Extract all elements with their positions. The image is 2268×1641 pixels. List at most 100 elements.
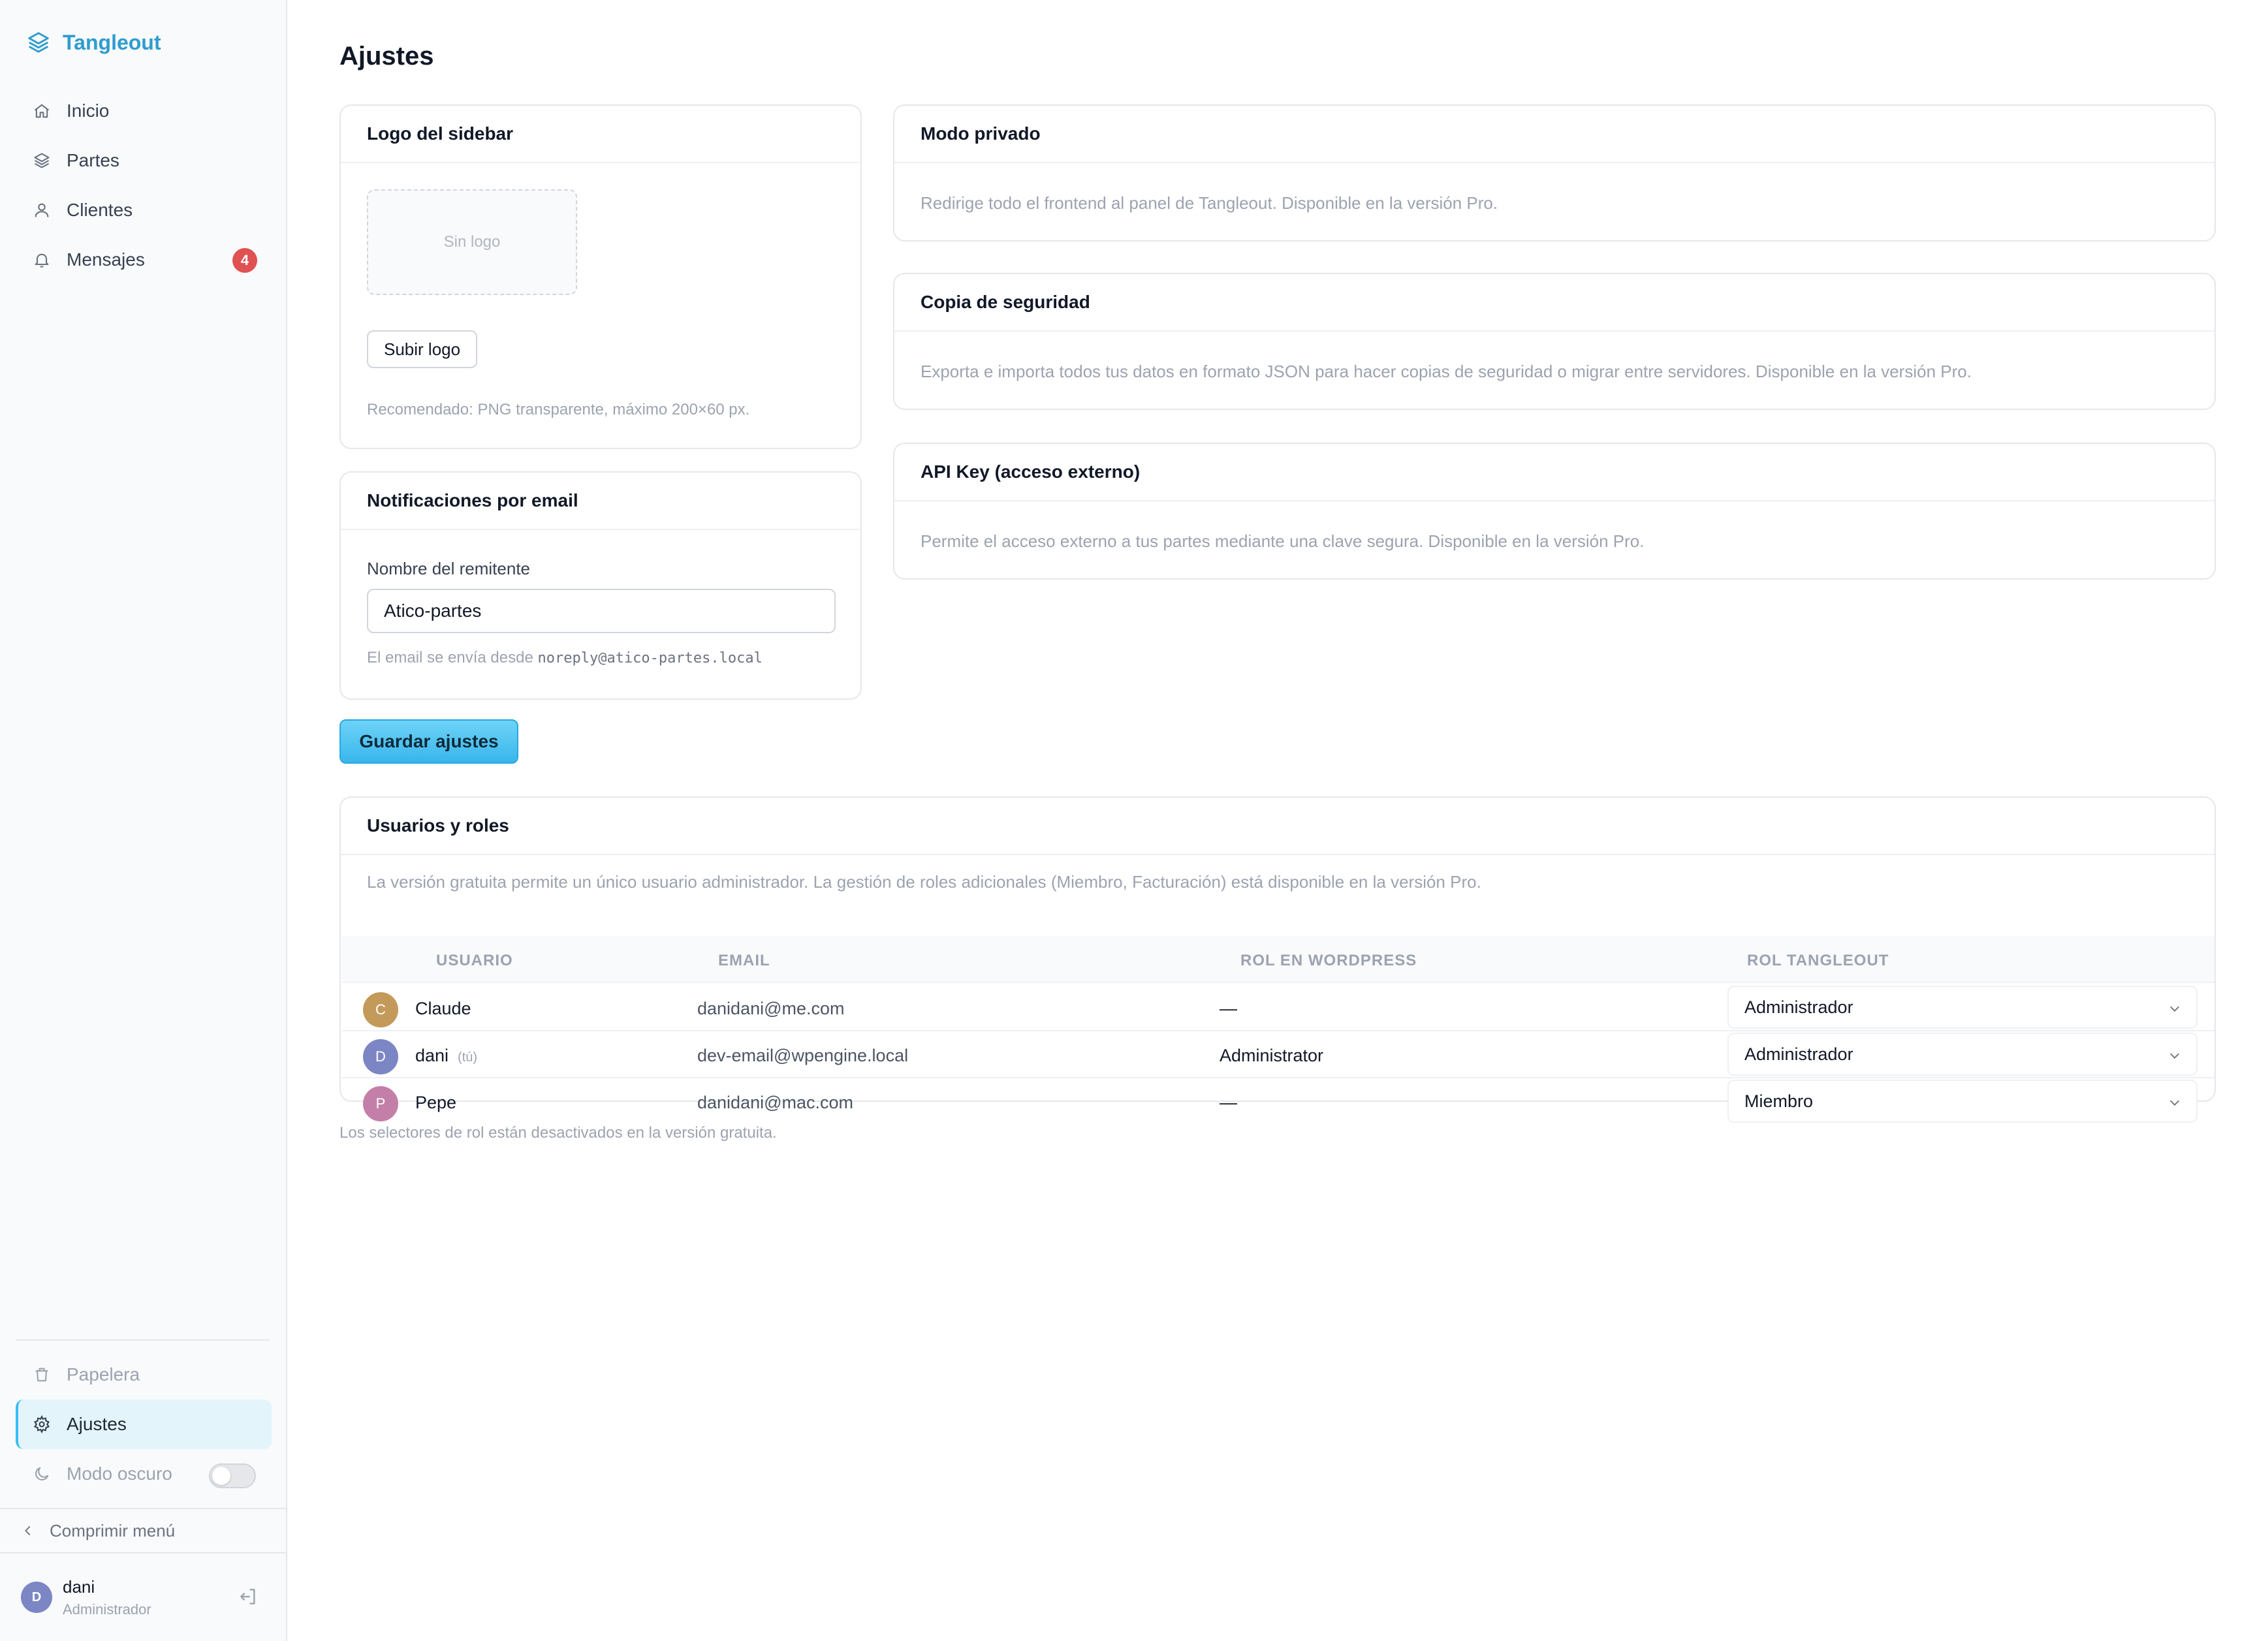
wp-role-cell: — xyxy=(1220,1093,1237,1112)
upload-logo-button[interactable]: Subir logo xyxy=(367,330,478,368)
chevron-down-icon xyxy=(2169,1006,2180,1012)
app-root: Tangleout Inicio Partes Clientes Mensaje… xyxy=(0,0,2268,1641)
private-mode-title: Modo privado xyxy=(894,106,2214,163)
logout-icon[interactable] xyxy=(238,1586,259,1607)
save-settings-button[interactable]: Guardar ajustes xyxy=(339,719,518,764)
sidebar-item-label: Inicio xyxy=(67,101,110,121)
avatar: P xyxy=(363,1086,398,1121)
layers-icon xyxy=(34,153,50,168)
logo-card: Logo del sidebar Sin logo Subir logo Rec… xyxy=(339,104,862,449)
sidebar-item-mensajes[interactable]: Mensajes 4 xyxy=(16,235,272,285)
sidebar-item-papelera[interactable]: Papelera xyxy=(16,1350,272,1399)
brand-name: Tangleout xyxy=(63,30,161,54)
role-select[interactable]: Miembro xyxy=(1727,1080,2197,1123)
chevron-left-icon xyxy=(25,1525,31,1536)
sidebar-item-ajustes[interactable]: Ajustes xyxy=(16,1399,272,1449)
sidebar: Tangleout Inicio Partes Clientes Mensaje… xyxy=(0,0,287,1641)
api-key-card: API Key (acceso externo) Permite el acce… xyxy=(893,443,2216,580)
chevron-down-icon xyxy=(2169,1100,2180,1106)
sidebar-item-partes[interactable]: Partes xyxy=(16,136,272,185)
sidebar-item-clientes[interactable]: Clientes xyxy=(16,185,272,235)
sidebar-item-modo-oscuro: Modo oscuro xyxy=(16,1449,272,1499)
private-mode-desc: Redirige todo el frontend al panel de Ta… xyxy=(921,193,1498,213)
brand-logo[interactable]: Tangleout xyxy=(26,27,161,57)
roles-footnote: Los selectores de rol están desactivados… xyxy=(339,1124,777,1142)
sender-name-label: Nombre del remitente xyxy=(367,559,530,578)
column-header-user: USUARIO xyxy=(436,952,513,969)
table-row: C Claude danidani@me.com — Administrador xyxy=(342,984,2214,1031)
dark-mode-toggle[interactable] xyxy=(209,1463,256,1488)
email-card-title: Notificaciones por email xyxy=(341,473,860,530)
user-name-cell: Claude xyxy=(415,999,471,1019)
sidebar-bottom-nav: Papelera Ajustes Modo oscuro xyxy=(16,1350,272,1499)
avatar: D xyxy=(21,1582,52,1613)
bell-icon xyxy=(35,253,49,268)
backup-title: Copia de seguridad xyxy=(894,274,2214,332)
role-select[interactable]: Administrador xyxy=(1727,986,2197,1029)
wp-role-cell: Administrator xyxy=(1220,1046,1324,1065)
sidebar-item-label: Mensajes xyxy=(67,249,145,270)
role-select-value: Administrador xyxy=(1744,997,1853,1017)
role-select-value: Miembro xyxy=(1744,1091,1814,1111)
email-cell: danidani@mac.com xyxy=(697,1093,854,1112)
user-info: dani Administrador xyxy=(63,1577,151,1618)
table-row: D dani (tú) dev-email@wpengine.local Admi… xyxy=(342,1031,2214,1078)
user-name: Pepe xyxy=(415,1093,457,1112)
logo-placeholder: Sin logo xyxy=(367,189,577,295)
api-key-desc: Permite el acceso externo a tus partes m… xyxy=(921,531,1645,551)
column-header-tangleout-role: ROL TANGLEOUT xyxy=(1747,952,1889,969)
users-card-desc: La versión gratuita permite un único usu… xyxy=(367,872,1481,892)
collapse-menu-button[interactable]: Comprimir menú xyxy=(0,1508,287,1552)
sidebar-item-label: Clientes xyxy=(67,200,133,220)
user-name-cell: dani (tú) xyxy=(415,1046,477,1066)
backup-card: Copia de seguridad Exporta e importa tod… xyxy=(893,273,2216,410)
email-hint-text: El email se envía desde xyxy=(367,649,533,666)
logo-card-title: Logo del sidebar xyxy=(341,106,860,163)
page-title: Ajustes xyxy=(339,42,434,70)
user-name-cell: Pepe xyxy=(415,1093,456,1113)
role-select[interactable]: Administrador xyxy=(1727,1033,2197,1076)
users-table-header: USUARIO EMAIL ROL EN WORDPRESS ROL TANGL… xyxy=(342,936,2214,983)
avatar: C xyxy=(363,992,398,1027)
sidebar-item-inicio[interactable]: Inicio xyxy=(16,86,272,136)
current-user: D dani Administrador xyxy=(0,1552,287,1641)
email-cell: danidani@me.com xyxy=(697,999,845,1018)
user-icon xyxy=(35,203,49,217)
collapse-menu-label: Comprimir menú xyxy=(50,1520,176,1540)
table-row: P Pepe danidani@mac.com — Miembro xyxy=(342,1078,2214,1125)
api-key-title: API Key (acceso externo) xyxy=(894,444,2214,501)
column-header-email: EMAIL xyxy=(718,952,770,969)
wp-role-cell: — xyxy=(1220,999,1237,1018)
chevron-down-icon xyxy=(2169,1053,2180,1059)
home-icon xyxy=(34,104,50,118)
avatar: D xyxy=(363,1039,398,1074)
trash-icon xyxy=(35,1368,48,1382)
layers-brand-icon xyxy=(28,32,49,53)
users-roles-card: Usuarios y roles La versión gratuita per… xyxy=(339,796,2216,1123)
logo-hint: Recomendado: PNG transparente, máximo 20… xyxy=(367,401,750,418)
sender-email: noreply@atico-partes.local xyxy=(537,650,763,666)
role-select-value: Administrador xyxy=(1744,1044,1853,1064)
user-role: Administrador xyxy=(63,1601,151,1618)
email-notifications-card: Notificaciones por email Nombre del remi… xyxy=(339,471,862,700)
backup-desc: Exporta e importa todos tus datos en for… xyxy=(921,362,1972,381)
sidebar-item-label: Modo oscuro xyxy=(67,1463,172,1484)
user-name: dani xyxy=(63,1576,95,1597)
sidebar-divider xyxy=(16,1339,269,1341)
email-hint: El email se envía desde noreply@atico-pa… xyxy=(367,649,763,667)
sidebar-item-label: Partes xyxy=(67,150,119,170)
column-header-wp-role: ROL EN WORDPRESS xyxy=(1240,952,1417,969)
private-mode-card: Modo privado Redirige todo el frontend a… xyxy=(893,104,2216,242)
users-card-title: Usuarios y roles xyxy=(341,798,2214,855)
user-name: Claude xyxy=(415,999,471,1018)
sidebar-item-label: Papelera xyxy=(67,1364,140,1384)
current-user-marker: (tú) xyxy=(458,1050,478,1065)
sidebar-nav: Inicio Partes Clientes Mensajes 4 xyxy=(16,86,272,285)
moon-icon xyxy=(35,1467,49,1480)
sidebar-item-label: Ajustes xyxy=(67,1414,127,1434)
user-name: dani xyxy=(415,1046,449,1065)
gear-icon xyxy=(33,1415,50,1433)
messages-count-badge: 4 xyxy=(232,248,257,273)
sender-name-input[interactable] xyxy=(367,589,836,633)
email-cell: dev-email@wpengine.local xyxy=(697,1046,909,1065)
